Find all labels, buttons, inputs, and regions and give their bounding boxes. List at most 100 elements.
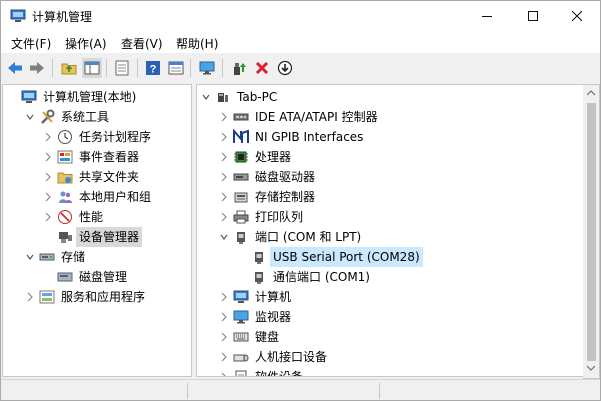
collapse-arrow-icon[interactable]: [25, 107, 35, 127]
device-disk-drives[interactable]: 磁盘驱动器: [197, 167, 583, 187]
console-icon[interactable]: [166, 58, 186, 78]
expand-arrow-icon[interactable]: [43, 147, 53, 167]
expand-arrow-icon[interactable]: [219, 187, 229, 207]
tree-disk-management[interactable]: 磁盘管理: [3, 267, 191, 287]
tools-icon: [39, 109, 55, 125]
device-monitors[interactable]: 监视器: [197, 307, 583, 327]
update-driver-icon[interactable]: [229, 58, 249, 78]
tree-performance[interactable]: 性能: [3, 207, 191, 227]
status-bar: [1, 379, 600, 400]
back-arrow-icon[interactable]: [5, 58, 25, 78]
tree-item-label: 存储: [61, 250, 86, 264]
device-com1[interactable]: 通信端口 (COM1): [197, 267, 583, 287]
clock-icon: [57, 129, 73, 145]
expand-arrow-icon[interactable]: [219, 207, 229, 227]
svg-text:?: ?: [150, 64, 157, 76]
device-ports[interactable]: 端口 (COM 和 LPT): [197, 227, 583, 247]
keyboard-icon: [233, 329, 249, 345]
tree-task-scheduler[interactable]: 任务计划程序: [3, 127, 191, 147]
collapse-arrow-icon[interactable]: [219, 227, 229, 247]
expand-arrow-icon[interactable]: [43, 127, 53, 147]
maximize-button[interactable]: [510, 1, 556, 31]
menu-view[interactable]: 查看(V): [121, 35, 163, 52]
show-tree-icon[interactable]: [82, 58, 102, 78]
tree-item-label: 任务计划程序: [79, 130, 152, 144]
expand-arrow-icon[interactable]: [219, 147, 229, 167]
tree-item-label: 通信端口 (COM1): [273, 270, 370, 284]
expand-arrow-icon[interactable]: [219, 107, 229, 127]
tree-item-label: NI GPIB Interfaces: [255, 130, 364, 144]
tree-item-label: 处理器: [255, 150, 292, 164]
computer-icon: [233, 289, 249, 305]
tree-item-label: USB Serial Port (COM28): [270, 247, 423, 267]
tree-local-users[interactable]: 本地用户和组: [3, 187, 191, 207]
expand-arrow-icon[interactable]: [43, 167, 53, 187]
tree-item-label: 端口 (COM 和 LPT): [255, 230, 362, 244]
device-print-queues[interactable]: 打印队列: [197, 207, 583, 227]
expand-arrow-icon[interactable]: [43, 207, 53, 227]
device-processors[interactable]: 处理器: [197, 147, 583, 167]
menu-action[interactable]: 操作(A): [65, 35, 107, 52]
tree-computer-management[interactable]: 计算机管理(本地): [3, 87, 191, 107]
expand-arrow-icon[interactable]: [219, 127, 229, 147]
tree-system-tools[interactable]: 系统工具: [3, 107, 191, 127]
tree-item-label: 设备管理器: [76, 227, 143, 247]
device-software[interactable]: 软件设备: [197, 367, 583, 377]
collapse-arrow-icon[interactable]: [201, 87, 211, 107]
tree-item-label: IDE ATA/ATAPI 控制器: [255, 110, 378, 124]
up-folder-icon[interactable]: [59, 58, 79, 78]
tree-item-label: 打印队列: [255, 210, 304, 224]
tree-shared-folders[interactable]: 共享文件夹: [3, 167, 191, 187]
device-hid[interactable]: 人机接口设备: [197, 347, 583, 367]
menu-file[interactable]: 文件(F): [11, 35, 51, 52]
software-device-icon: [233, 369, 249, 376]
expand-arrow-icon[interactable]: [219, 367, 229, 376]
expand-arrow-icon[interactable]: [219, 287, 229, 307]
minimize-button[interactable]: [464, 1, 510, 31]
disable-icon[interactable]: [275, 58, 295, 78]
expand-arrow-icon[interactable]: [219, 347, 229, 367]
window-title: 计算机管理: [32, 10, 93, 24]
tree-services-apps[interactable]: 服务和应用程序: [3, 287, 191, 307]
tree-storage[interactable]: 存储: [3, 247, 191, 267]
forward-arrow-icon[interactable]: [27, 58, 47, 78]
tree-event-viewer[interactable]: 事件查看器: [3, 147, 191, 167]
scrollbar-thumb[interactable]: [587, 103, 596, 361]
tree-item-label: 共享文件夹: [79, 170, 140, 184]
close-button[interactable]: [554, 1, 600, 31]
help-icon[interactable]: ?: [143, 58, 163, 78]
disk-icon: [57, 269, 73, 285]
device-ni-gpib[interactable]: NI GPIB Interfaces: [197, 127, 583, 147]
expand-arrow-icon[interactable]: [43, 187, 53, 207]
device-tree-pane[interactable]: Tab-PC IDE ATA/ATAPI 控制器 NI GPIB Interface…: [196, 84, 584, 377]
tree-item-label: 服务和应用程序: [61, 290, 146, 304]
device-usb-serial[interactable]: USB Serial Port (COM28): [197, 247, 583, 267]
tree-item-label: 软件设备: [255, 370, 304, 377]
title-bar[interactable]: 计算机管理: [1, 1, 600, 31]
uninstall-icon[interactable]: [252, 58, 272, 78]
monitor-icon[interactable]: [197, 58, 217, 78]
tree-item-label: 监视器: [255, 310, 292, 324]
expand-arrow-icon[interactable]: [219, 167, 229, 187]
event-viewer-icon: [57, 149, 73, 165]
ide-controller-icon: [233, 109, 249, 125]
computer-management-icon: [10, 9, 26, 23]
console-tree-pane[interactable]: 计算机管理(本地) 系统工具任务计划程序事件查看器共享文件夹本地用户和组性能 设备管…: [2, 84, 192, 377]
expand-arrow-icon[interactable]: [219, 307, 229, 327]
device-storage-controllers[interactable]: 存储控制器: [197, 187, 583, 207]
collapse-arrow-icon[interactable]: [25, 247, 35, 267]
shared-folder-icon: [57, 169, 73, 185]
hid-icon: [233, 349, 249, 365]
scroll-up-arrow-icon: [587, 90, 595, 96]
tree-item-label: 人机接口设备: [255, 350, 328, 364]
properties-icon[interactable]: [112, 58, 132, 78]
tree-device-manager[interactable]: 设备管理器: [3, 227, 191, 247]
device-keyboards[interactable]: 键盘: [197, 327, 583, 347]
device-ide[interactable]: IDE ATA/ATAPI 控制器: [197, 107, 583, 127]
menu-help[interactable]: 帮助(H): [176, 35, 218, 52]
device-root[interactable]: Tab-PC: [197, 87, 583, 107]
expand-arrow-icon[interactable]: [219, 327, 229, 347]
device-computer[interactable]: 计算机: [197, 287, 583, 307]
expand-arrow-icon[interactable]: [25, 287, 35, 307]
tree-item-label: 本地用户和组: [79, 190, 152, 204]
